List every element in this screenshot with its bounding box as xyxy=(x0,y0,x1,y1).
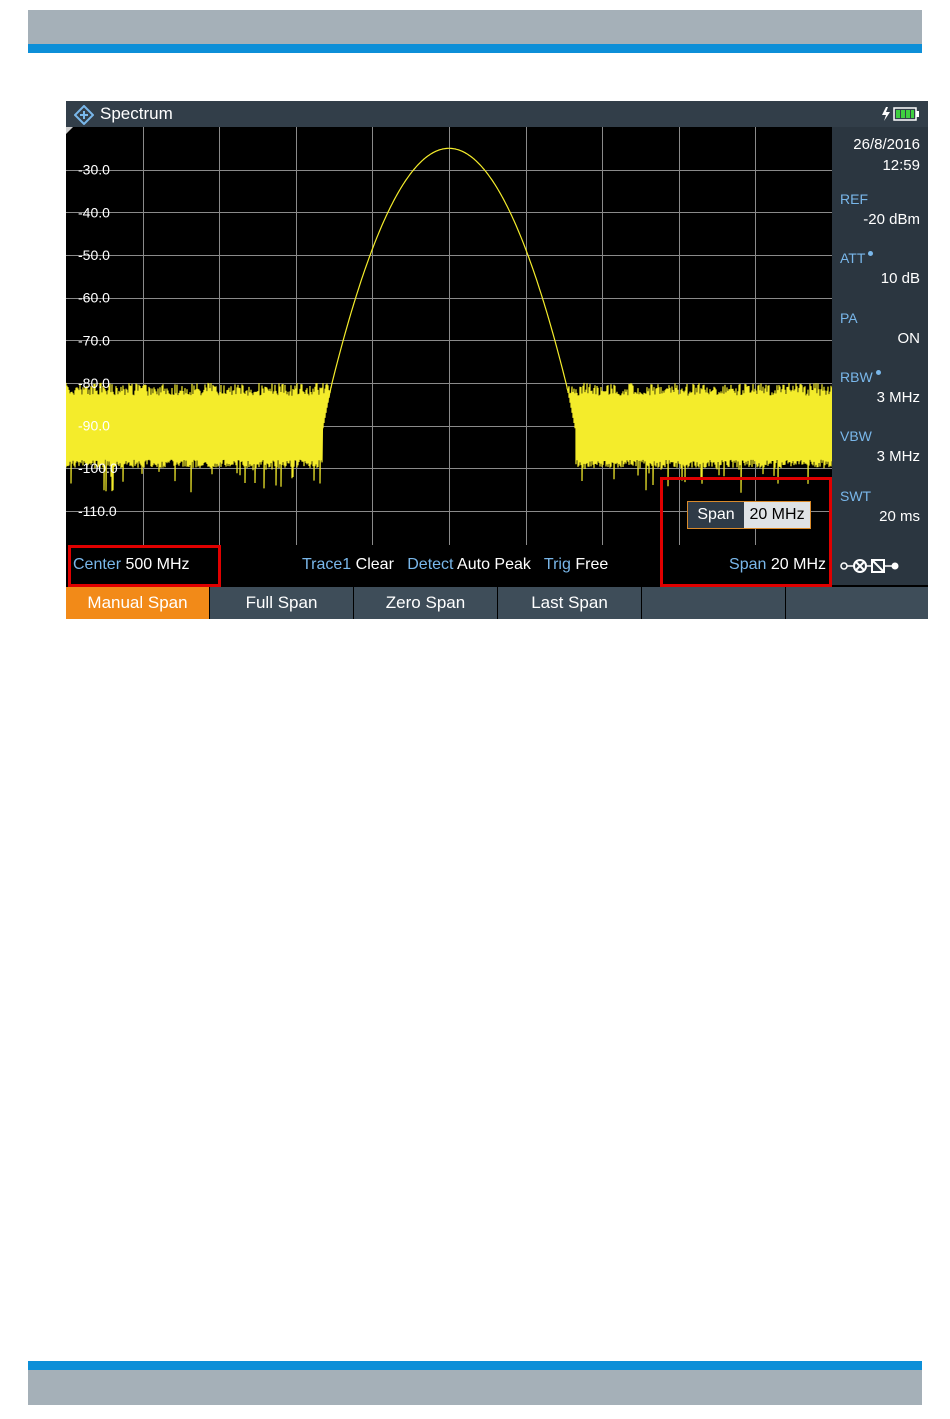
app-title: Spectrum xyxy=(100,104,173,123)
signal-path-icon xyxy=(840,559,899,573)
y-tick-label: -100.0 xyxy=(78,460,118,476)
highlight-span-box xyxy=(660,477,832,587)
preamp-label[interactable]: PA xyxy=(840,310,858,326)
trace-value: Clear xyxy=(355,556,394,573)
time-text: 12:59 xyxy=(882,157,920,174)
y-tick-label: -30.0 xyxy=(78,162,110,178)
swt-label[interactable]: SWT xyxy=(840,488,871,504)
trig-value: Free xyxy=(575,556,609,573)
y-tick-label: -60.0 xyxy=(78,290,110,306)
ref-level-label[interactable]: REF xyxy=(840,191,868,207)
swt-value: 20 ms xyxy=(879,508,920,525)
vbw-value: 3 MHz xyxy=(876,448,920,465)
rbw-label[interactable]: RBW xyxy=(840,369,881,385)
page-footer-line xyxy=(28,1361,922,1370)
date-time: 26/8/2016 12:59 xyxy=(853,134,920,176)
battery-charging-icon xyxy=(882,107,919,121)
rohde-schwarz-logo-icon xyxy=(74,105,94,125)
softkey-bar: Manual Span Full Span Zero Span Last Spa… xyxy=(66,587,928,619)
auto-indicator-icon xyxy=(875,370,881,375)
y-tick-label: -90.0 xyxy=(78,418,110,434)
last-span-softkey[interactable]: Last Span xyxy=(498,587,641,619)
trig-label: Trig xyxy=(543,556,571,573)
date-text: 26/8/2016 xyxy=(853,136,920,153)
title-bar: Spectrum xyxy=(66,101,928,127)
settings-side-panel: 26/8/2016 12:59 REF -20 dBm ATT 10 dB PA… xyxy=(832,127,928,545)
preamp-value: ON xyxy=(897,330,921,347)
y-tick-label: -70.0 xyxy=(78,332,110,348)
full-span-softkey[interactable]: Full Span xyxy=(210,587,353,619)
detect-value: Auto Peak xyxy=(457,556,531,573)
y-tick-label: -110.0 xyxy=(78,503,117,519)
att-label[interactable]: ATT xyxy=(840,250,874,266)
signal-path-indicator xyxy=(832,545,928,585)
empty-softkey-6[interactable] xyxy=(786,587,928,619)
trace-status: Trace1 Clear Detect Auto Peak Trig Free xyxy=(302,556,608,574)
page-header-band xyxy=(28,10,922,44)
highlight-center-box xyxy=(68,545,221,587)
rbw-value: 3 MHz xyxy=(876,389,920,406)
trace-label: Trace1 xyxy=(302,556,352,573)
vbw-label[interactable]: VBW xyxy=(840,428,872,444)
y-tick-label: -50.0 xyxy=(78,247,110,263)
att-value: 10 dB xyxy=(880,270,920,287)
analyzer-screen: Spectrum -30.0 -40.0 -50.0 -60.0 -70.0 -80.0 -… xyxy=(66,101,928,619)
detect-label: Detect xyxy=(407,556,454,573)
y-tick-label: -40.0 xyxy=(78,204,110,220)
y-tick-label: -80.0 xyxy=(78,375,110,391)
auto-indicator-icon xyxy=(868,251,874,256)
ref-level-value: -20 dBm xyxy=(863,211,920,228)
manual-span-softkey[interactable]: Manual Span xyxy=(66,587,209,619)
empty-softkey-5[interactable] xyxy=(642,587,785,619)
zero-span-softkey[interactable]: Zero Span xyxy=(354,587,497,619)
page-header-line xyxy=(28,44,922,53)
reference-marker-icon xyxy=(66,127,73,134)
page-footer-band xyxy=(28,1370,922,1405)
